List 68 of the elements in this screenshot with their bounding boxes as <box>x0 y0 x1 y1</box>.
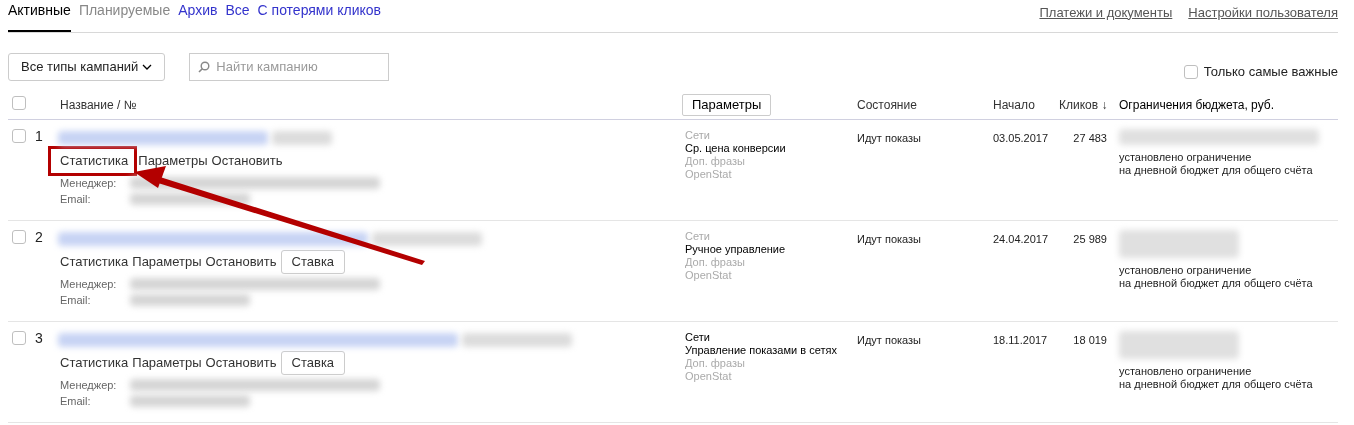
action-link[interactable]: Параметры <box>132 353 202 373</box>
campaign-type-dropdown[interactable]: Все типы кампаний <box>8 52 166 81</box>
action-link[interactable]: Статистика <box>48 146 138 176</box>
strategy-line: OpenStat <box>685 168 733 181</box>
strategy-line: Доп. фразы <box>685 256 746 269</box>
column-header: Ограничения бюджета, руб. <box>1119 97 1275 114</box>
column-header: Состояние <box>857 97 918 114</box>
strategy-line: Сети <box>685 331 711 344</box>
bid-button[interactable]: Ставка <box>280 250 346 274</box>
manager-label: Менеджер: <box>60 176 118 191</box>
email-label: Email: <box>60 192 92 207</box>
strategy-line: Ручное управление <box>685 243 787 256</box>
action-link[interactable]: Остановить <box>205 353 277 373</box>
strategy-line: Доп. фразы <box>685 357 746 370</box>
checkbox-label: Только самые важные <box>1203 62 1338 81</box>
tab[interactable]: Планируемые <box>78 0 171 32</box>
checkbox[interactable] <box>12 230 26 244</box>
column-header: Начало <box>993 97 1036 114</box>
manager-label: Менеджер: <box>60 378 118 393</box>
state-text: Идут показы <box>857 233 921 245</box>
start-date: 24.04.2017 <box>993 233 1049 245</box>
column-header: Кликов ↓ <box>1059 97 1109 114</box>
state-text: Идут показы <box>857 334 921 346</box>
column-header: Название / № <box>60 97 138 114</box>
row-number: 1 <box>35 129 43 144</box>
checkbox[interactable] <box>1183 64 1198 79</box>
strategy-line: Управление показами в сетях <box>685 344 838 357</box>
bid-button[interactable]: Ставка <box>280 351 346 375</box>
action-link[interactable]: Статистика <box>60 353 129 373</box>
chevron-down-icon <box>142 63 153 70</box>
clicks-count: 25 989 <box>1073 233 1107 245</box>
action-link[interactable]: Статистика <box>60 252 129 272</box>
strategy-line: OpenStat <box>685 269 733 282</box>
clicks-count: 27 483 <box>1073 132 1107 144</box>
action-link[interactable]: Остановить <box>211 151 283 171</box>
strategy-line: Ср. цена конверсии <box>685 142 787 155</box>
header-link[interactable]: Платежи и документы <box>1039 2 1173 22</box>
strategy-line: Сети <box>685 129 711 142</box>
start-date: 03.05.2017 <box>993 132 1049 144</box>
action-link[interactable]: Параметры <box>132 252 202 272</box>
row-number: 3 <box>35 331 43 346</box>
budget-note: установлено ограничение на дневной бюджет для общего счёта <box>1119 151 1314 177</box>
parameters-button[interactable]: Параметры <box>682 94 772 116</box>
budget-note: установлено ограничение на дневной бюджет для общего счёта <box>1119 365 1314 391</box>
tab[interactable]: Все <box>225 0 250 32</box>
checkbox[interactable] <box>12 331 26 345</box>
blurred-text <box>272 131 332 145</box>
search-icon <box>198 60 211 73</box>
state-text: Идут показы <box>857 132 921 144</box>
checkbox[interactable] <box>12 95 26 110</box>
row-number: 2 <box>35 230 43 245</box>
tab[interactable]: Архив <box>178 0 218 32</box>
strategy-line: OpenStat <box>685 370 733 383</box>
action-link[interactable]: Остановить <box>205 252 277 272</box>
checkbox[interactable] <box>12 129 26 143</box>
budget-note: установлено ограничение на дневной бюджет для общего счёта <box>1119 264 1314 290</box>
email-label: Email: <box>60 293 92 308</box>
strategy-line: Сети <box>685 230 711 243</box>
strategy-line: Доп. фразы <box>685 155 746 168</box>
tab[interactable]: С потерями кликов <box>257 0 381 32</box>
clicks-count: 18 019 <box>1073 334 1107 346</box>
search-field[interactable]: Найти кампанию <box>189 52 390 81</box>
start-date: 18.11.2017 <box>993 334 1048 346</box>
manager-label: Менеджер: <box>60 277 118 292</box>
tab[interactable]: Активные <box>8 0 71 32</box>
action-link[interactable]: Параметры <box>138 151 208 171</box>
header-link[interactable]: Настройки пользователя <box>1188 2 1338 22</box>
email-label: Email: <box>60 394 92 409</box>
